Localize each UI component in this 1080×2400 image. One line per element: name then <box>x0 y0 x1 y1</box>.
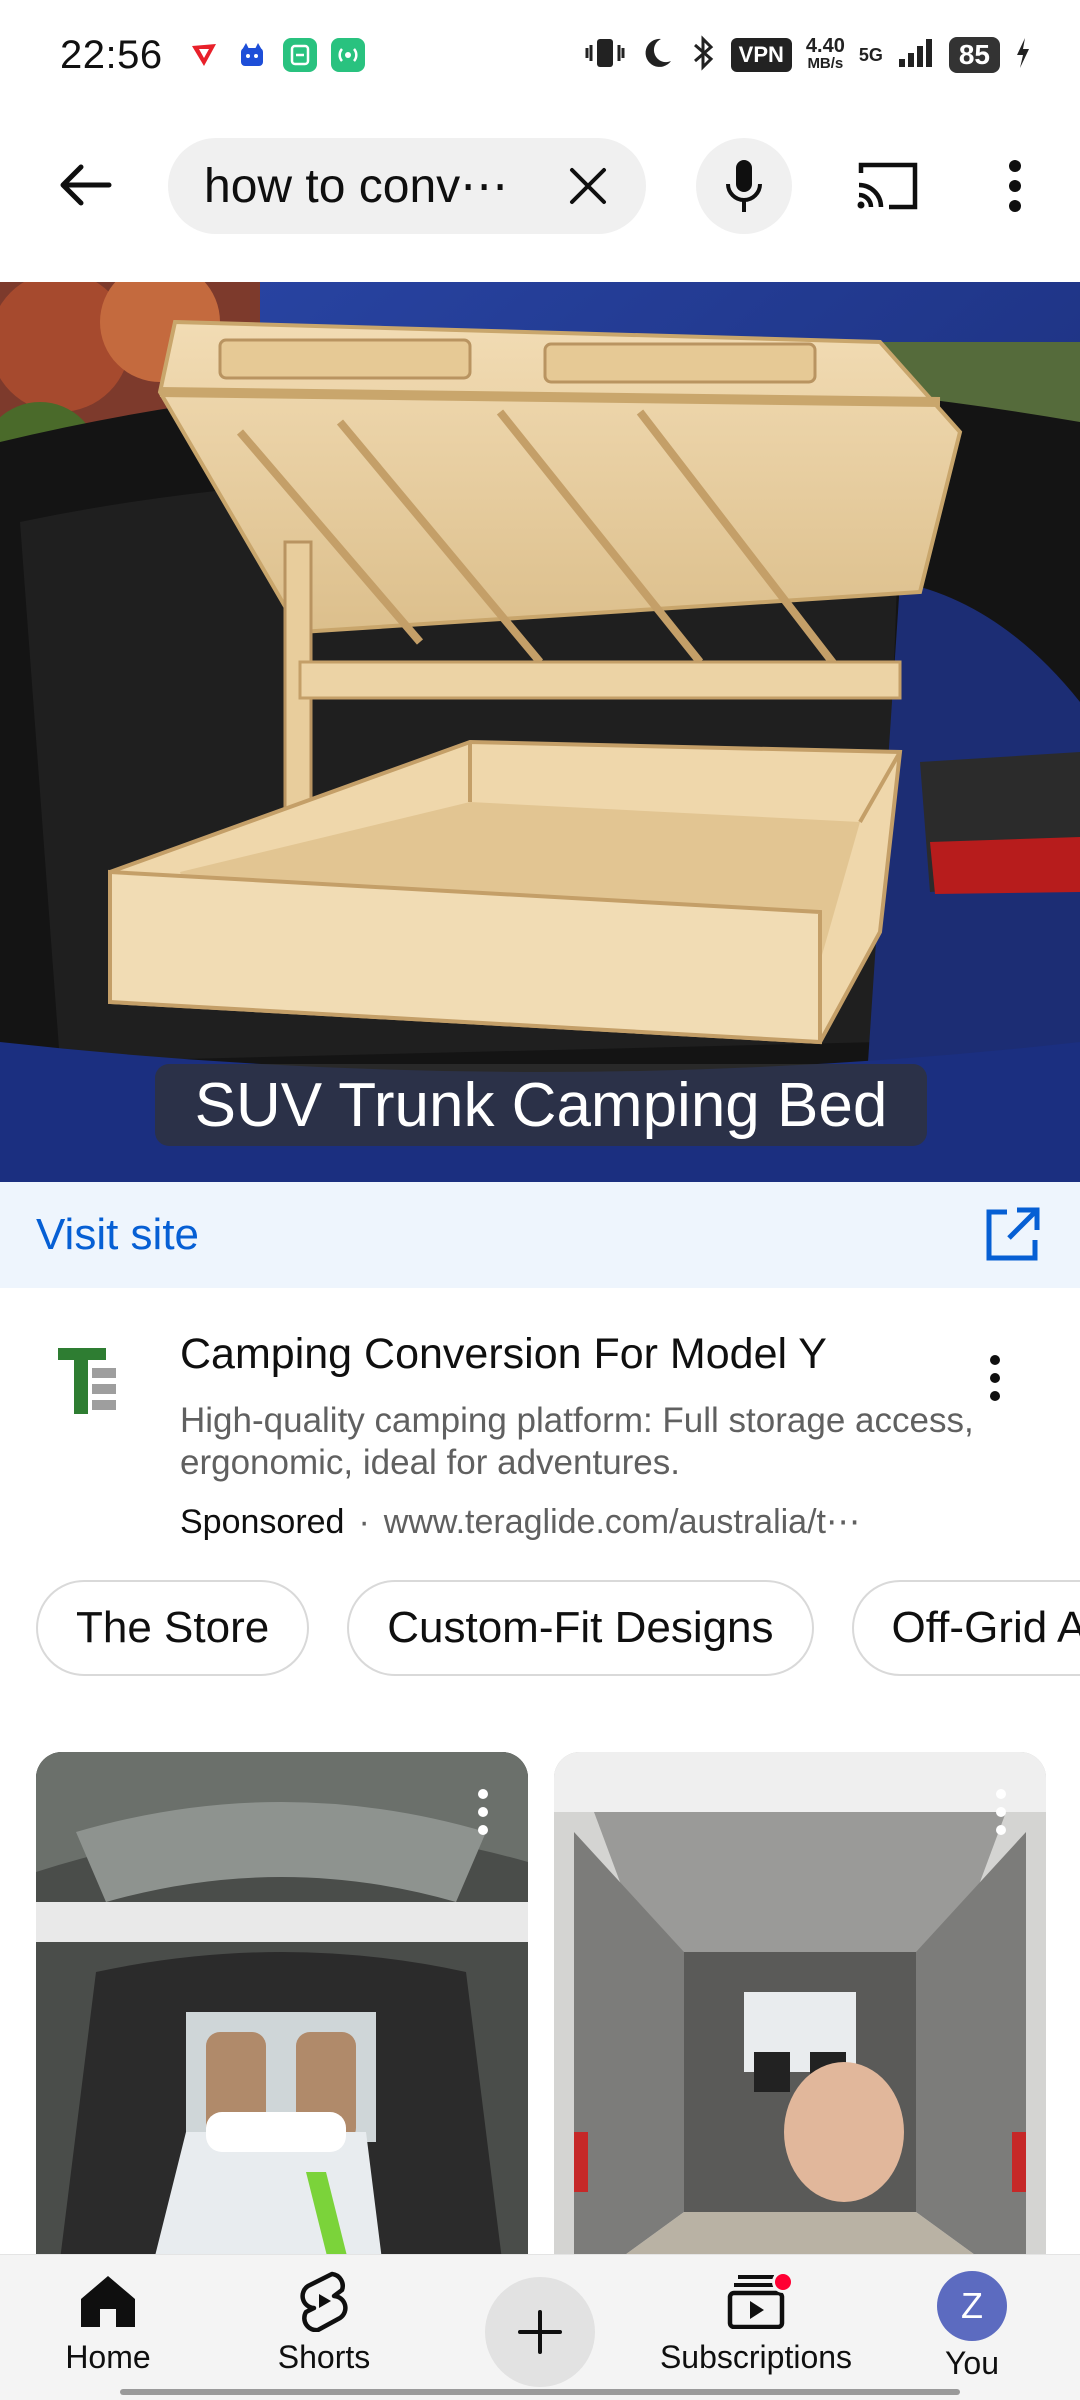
visit-site-link[interactable]: Visit site <box>36 1210 199 1260</box>
charging-icon <box>1014 36 1032 75</box>
network-type: 5G <box>858 44 883 65</box>
nav-subscriptions[interactable]: Subscriptions <box>656 2271 856 2391</box>
close-icon <box>570 168 606 204</box>
van-interior-thumbnail <box>554 1752 1046 2292</box>
sponsored-label: Sponsored <box>180 1502 345 1541</box>
home-icon <box>78 2271 138 2331</box>
avatar: Z <box>937 2271 1007 2341</box>
ad-title[interactable]: Camping Conversion For Model Y <box>180 1330 827 1379</box>
chip-custom-fit-designs[interactable]: Custom-Fit Designs <box>347 1580 814 1676</box>
search-header: how to conv⋯ <box>0 130 1080 240</box>
nav-subscriptions-label: Subscriptions <box>659 2339 853 2375</box>
visit-site-bar[interactable]: Visit site <box>0 1182 1080 1288</box>
advertiser-logo <box>52 1338 132 1428</box>
suv-interior-thumbnail <box>36 1752 528 2292</box>
nav-shorts[interactable]: Shorts <box>224 2271 424 2391</box>
hero-caption: SUV Trunk Camping Bed <box>155 1064 927 1146</box>
signal-icon <box>897 37 935 74</box>
status-time: 22:56 <box>60 32 163 77</box>
cast-icon <box>857 162 918 210</box>
cat-app-icon <box>235 38 269 72</box>
notification-icons <box>186 38 365 72</box>
search-box[interactable]: how to conv⋯ <box>168 138 646 234</box>
meta-separator: · <box>358 1502 370 1541</box>
chip-off-grid[interactable]: Off-Grid A <box>851 1580 1080 1676</box>
teraglide-logo-icon <box>58 1348 116 1414</box>
app-notification-icon <box>186 38 221 72</box>
shorts-icon <box>294 2271 354 2332</box>
voice-search-button[interactable] <box>696 138 792 234</box>
do-not-disturb-moon-icon <box>639 35 675 76</box>
camping-bed-illustration <box>0 282 1080 1182</box>
chip-the-store[interactable]: The Store <box>36 1580 310 1676</box>
thumbnail-more-button[interactable] <box>468 1782 498 1842</box>
bluetooth-icon <box>689 34 717 76</box>
more-vertical-icon <box>478 1789 488 1835</box>
hotspot-icon <box>330 38 365 72</box>
thumbnail-more-button[interactable] <box>986 1782 1016 1842</box>
sitelink-chips: The Store Custom-Fit Designs Off-Grid A <box>36 1580 1080 1676</box>
shorts-grid <box>36 1752 1046 2292</box>
nav-create[interactable] <box>440 2271 640 2391</box>
network-speed: 4.40 MB/s <box>805 35 845 73</box>
nav-home[interactable]: Home <box>8 2271 208 2391</box>
ad-info[interactable]: Camping Conversion For Model Y High-qual… <box>0 1318 1080 1558</box>
video-thumbnail[interactable] <box>36 1752 528 2292</box>
vpn-badge: VPN <box>730 38 792 72</box>
nav-shorts-label: Shorts <box>277 2339 371 2375</box>
more-vertical-icon <box>996 1789 1006 1835</box>
ad-description: High-quality camping platform: Full stor… <box>180 1401 974 1482</box>
clear-search-button[interactable] <box>558 156 618 216</box>
status-bar: 22:56 VPN 4.40 MB/s 5G 85 <box>0 0 1080 110</box>
bottom-navigation: Home Shorts Subscriptions Z You <box>0 2254 1080 2400</box>
ad-hero-image[interactable]: SUV Trunk Camping Bed <box>0 282 1080 1182</box>
battery-level: 85 <box>948 37 1000 73</box>
system-indicators: VPN 4.40 MB/s 5G 85 <box>585 34 1032 76</box>
back-button[interactable] <box>40 150 130 220</box>
ad-meta: Sponsored · www.teraglide.com/australia/… <box>180 1502 860 1542</box>
video-thumbnail[interactable] <box>554 1752 1046 2292</box>
nav-home-label: Home <box>65 2339 151 2375</box>
more-options-button[interactable] <box>980 148 1050 224</box>
speed-value: 4.40 <box>805 35 845 57</box>
search-query[interactable]: how to conv⋯ <box>204 158 558 214</box>
microphone-icon <box>726 160 762 212</box>
ad-more-button[interactable] <box>970 1338 1020 1418</box>
create-button[interactable] <box>485 2277 595 2387</box>
more-vertical-icon <box>990 1355 1000 1401</box>
vibrate-icon <box>585 35 625 76</box>
ad-url: www.teraglide.com/australia/t⋯ <box>383 1503 860 1541</box>
cast-button[interactable] <box>842 148 932 224</box>
plus-icon <box>518 2310 562 2354</box>
more-vertical-icon <box>1009 160 1021 212</box>
external-link-icon <box>986 1207 1040 1261</box>
nav-you-label: You <box>945 2345 999 2381</box>
notification-dot <box>772 2271 794 2293</box>
arrow-left-icon <box>60 164 112 206</box>
green-app-icon <box>282 38 317 72</box>
nav-you[interactable]: Z You <box>872 2271 1072 2391</box>
open-external-button[interactable] <box>980 1203 1044 1267</box>
speed-unit: MB/s <box>807 55 844 72</box>
gesture-bar <box>120 2389 960 2395</box>
